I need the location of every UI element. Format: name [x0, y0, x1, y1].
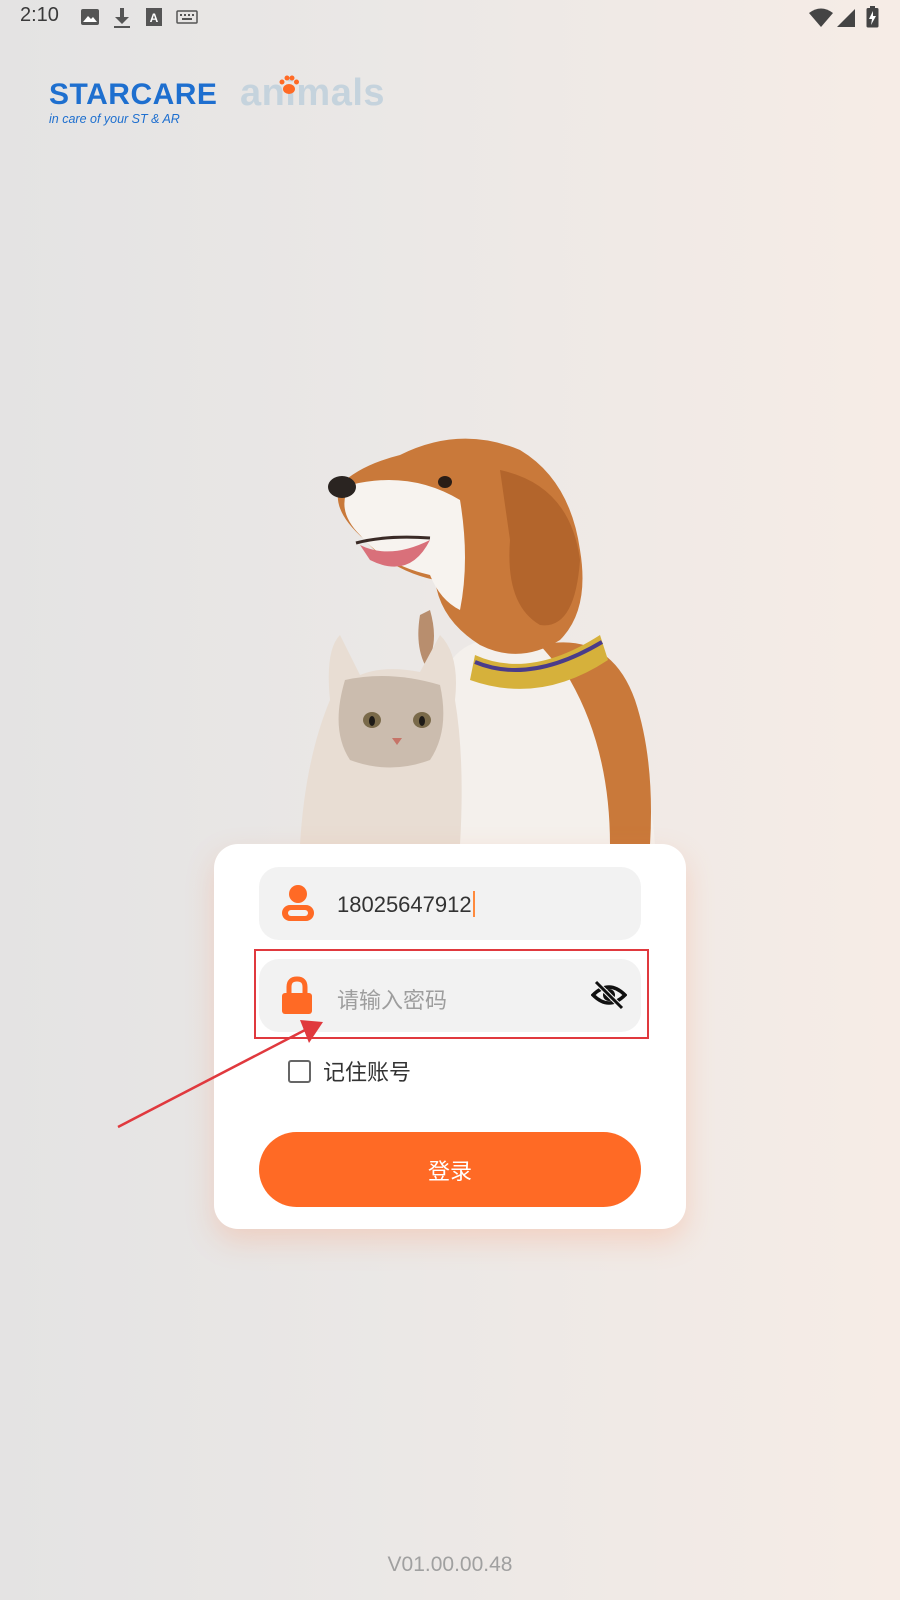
image-icon — [81, 9, 99, 25]
signal-icon — [837, 9, 855, 27]
paw-icon — [279, 75, 299, 94]
phone-field[interactable]: 18025647912 — [259, 867, 641, 940]
download-icon — [114, 8, 130, 28]
status-bar: 2:10 A — [0, 0, 900, 36]
text-caret — [472, 891, 475, 917]
annotation-highlight-box — [254, 949, 649, 1039]
app-version: V01.00.00.48 — [387, 1553, 513, 1576]
remember-account[interactable]: 记住账号 — [288, 1055, 411, 1087]
battery-icon — [866, 6, 879, 28]
logo-brand: STARCARE — [49, 78, 218, 111]
wifi-icon — [809, 8, 833, 27]
font-icon: A — [146, 8, 162, 26]
starcare-logo: STARCARE in care of your ST & AR — [49, 78, 218, 127]
remember-checkbox[interactable] — [288, 1059, 311, 1083]
logo-animals-text: animals — [240, 72, 386, 114]
animals-logo: animals — [240, 72, 385, 115]
user-icon — [282, 885, 314, 921]
login-button[interactable]: 登录 — [259, 1132, 641, 1207]
phone-input-value: 18025647912 — [337, 891, 475, 918]
remember-label: 记住账号 — [323, 1061, 412, 1086]
status-time: 2:10 — [20, 4, 59, 26]
svg-text:A: A — [150, 11, 159, 25]
logo-tagline: in care of your ST & AR — [49, 112, 180, 126]
dog-and-cat-illustration — [300, 438, 655, 845]
keyboard-icon — [176, 10, 198, 24]
